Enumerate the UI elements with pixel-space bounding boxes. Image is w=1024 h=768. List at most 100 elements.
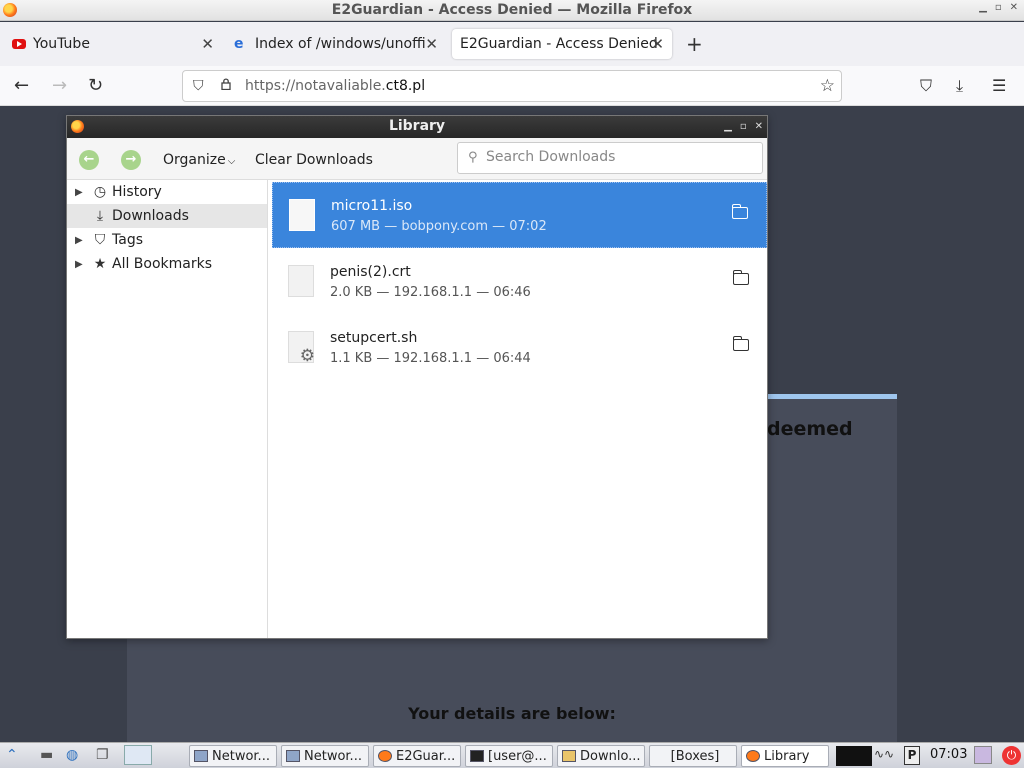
- expand-icon[interactable]: ▶: [75, 187, 89, 198]
- reload-icon[interactable]: ↻: [88, 75, 103, 96]
- search-downloads[interactable]: ⚲: [457, 142, 763, 174]
- task-boxes[interactable]: [Boxes]: [649, 745, 737, 767]
- sidebar-item-all-bookmarks[interactable]: ▶ ★ All Bookmarks: [67, 252, 267, 276]
- library-titlebar: Library ▁ ▫ ✕: [67, 116, 767, 138]
- youtube-icon: [12, 39, 26, 49]
- show-desktop-icon[interactable]: ▬: [40, 747, 53, 763]
- new-tab-icon[interactable]: +: [686, 32, 703, 56]
- back-button[interactable]: ←: [79, 150, 99, 170]
- sidebar-item-downloads[interactable]: ⤓ Downloads: [67, 204, 267, 228]
- sidebar-item-label: History: [112, 184, 162, 200]
- chevron-down-icon: ⌵: [227, 156, 236, 167]
- close-tab-icon[interactable]: ✕: [651, 35, 664, 53]
- task-downloads[interactable]: Downlo...: [557, 745, 645, 767]
- taskbar: ⌃ ▬ ◍ ❐ Networ... Networ... E2Guar... [u…: [0, 742, 1024, 768]
- download-name: setupcert.sh: [330, 330, 418, 346]
- minimize-icon[interactable]: ▁: [724, 116, 732, 137]
- deemed-heading: deemed: [767, 418, 853, 440]
- clock[interactable]: 07:03: [930, 747, 967, 762]
- window-titlebar: E2Guardian - Access Denied — Mozilla Fir…: [0, 0, 1024, 21]
- task-library[interactable]: Library: [741, 745, 829, 767]
- menu-icon[interactable]: ☰: [992, 76, 1006, 95]
- tab-index[interactable]: e Index of /windows/unoffic ✕: [226, 29, 446, 59]
- bookmark-star-icon[interactable]: ☆: [820, 76, 835, 96]
- browser-launcher-icon[interactable]: ◍: [66, 747, 78, 763]
- download-name: penis(2).crt: [330, 264, 411, 280]
- library-window-controls: ▁ ▫ ✕: [724, 116, 763, 137]
- library-window: Library ▁ ▫ ✕ ← → Organize ⌵ Clear Downlo…: [66, 115, 768, 639]
- workspace-icon[interactable]: [124, 745, 152, 765]
- task-network-2[interactable]: Networ...: [281, 745, 369, 767]
- tab-youtube[interactable]: YouTube ✕: [4, 29, 222, 59]
- tab-label: E2Guardian - Access Denied: [460, 36, 658, 52]
- tab-e2guardian[interactable]: E2Guardian - Access Denied ✕: [452, 29, 672, 59]
- tray-icon[interactable]: [974, 746, 992, 764]
- start-menu-icon[interactable]: ⌃: [6, 747, 18, 763]
- window-icon: [194, 750, 208, 762]
- task-e2guardian[interactable]: E2Guar...: [373, 745, 461, 767]
- task-terminal[interactable]: [user@...: [465, 745, 553, 767]
- clock-icon: ◷: [93, 184, 107, 200]
- details-heading: Your details are below:: [408, 704, 616, 723]
- url-text[interactable]: https://notavaliable.ct8.pl: [245, 78, 425, 94]
- tab-label: YouTube: [33, 36, 90, 52]
- sidebar-item-label: Downloads: [112, 208, 189, 224]
- minimize-icon[interactable]: ▁: [979, 2, 987, 13]
- pocket-icon[interactable]: ⛉: [920, 76, 932, 96]
- downloads-list: micro11.iso 607 MB — bobpony.com — 07:02…: [272, 180, 767, 638]
- task-label: E2Guar...: [396, 748, 456, 764]
- open-folder-icon[interactable]: [733, 270, 749, 285]
- url-domain: ct8.pl: [385, 78, 426, 94]
- url-prefix: https://notavaliable.: [245, 78, 386, 94]
- download-item[interactable]: penis(2).crt 2.0 KB — 192.168.1.1 — 06:4…: [272, 249, 767, 315]
- tab-label: Index of /windows/unoffic: [255, 36, 425, 52]
- task-network-1[interactable]: Networ...: [189, 745, 277, 767]
- download-item[interactable]: setupcert.sh 1.1 KB — 192.168.1.1 — 06:4…: [272, 315, 767, 381]
- sidebar-item-tags[interactable]: ▶ ⛉ Tags: [67, 228, 267, 252]
- firefox-icon: [71, 120, 84, 133]
- task-label: Library: [764, 748, 810, 764]
- close-icon[interactable]: ✕: [755, 116, 763, 137]
- file-manager-icon[interactable]: ❐: [96, 747, 109, 763]
- organize-menu[interactable]: Organize ⌵: [163, 152, 235, 168]
- volume-icon[interactable]: ∿∿: [874, 747, 894, 761]
- shield-icon[interactable]: ⛉: [193, 78, 204, 94]
- task-label: Networ...: [212, 748, 270, 764]
- task-label: Networ...: [304, 748, 362, 764]
- sidebar-item-label: All Bookmarks: [112, 256, 213, 272]
- downloads-icon[interactable]: ⤓: [956, 76, 963, 96]
- card-accent: [767, 394, 897, 399]
- close-tab-icon[interactable]: ✕: [425, 35, 438, 53]
- library-title: Library: [388, 118, 446, 134]
- navigation-bar: ← → ↻ ⛉ https://notavaliable.ct8.pl ☆ ⛉ …: [0, 66, 1024, 106]
- sidebar-item-history[interactable]: ▶ ◷ History: [67, 180, 267, 204]
- folder-icon: [562, 750, 576, 762]
- close-icon[interactable]: ✕: [1010, 2, 1018, 13]
- lock-icon[interactable]: [221, 78, 231, 90]
- window-icon: [286, 750, 300, 762]
- tag-icon: ⛉: [94, 232, 106, 248]
- expand-icon[interactable]: ▶: [75, 259, 89, 270]
- power-icon[interactable]: ⏻: [1002, 746, 1021, 765]
- search-input[interactable]: [486, 149, 756, 165]
- task-label: [user@...: [488, 748, 547, 764]
- back-icon[interactable]: ←: [14, 75, 29, 96]
- file-icon: [288, 265, 314, 297]
- organize-label: Organize: [163, 152, 226, 168]
- pager-icon[interactable]: P: [904, 746, 920, 765]
- address-bar[interactable]: ⛉ https://notavaliable.ct8.pl ☆: [182, 70, 842, 102]
- cpu-monitor: [836, 746, 872, 766]
- open-folder-icon[interactable]: [733, 336, 749, 351]
- forward-icon[interactable]: →: [52, 75, 67, 96]
- window-title: E2Guardian - Access Denied — Mozilla Fir…: [331, 2, 693, 18]
- open-folder-icon[interactable]: [732, 204, 748, 219]
- close-tab-icon[interactable]: ✕: [201, 35, 214, 53]
- expand-icon[interactable]: ▶: [75, 235, 89, 246]
- maximize-icon[interactable]: ▫: [995, 2, 1002, 13]
- clear-downloads-button[interactable]: Clear Downloads: [255, 152, 373, 168]
- forward-button[interactable]: →: [121, 150, 141, 170]
- download-meta: 1.1 KB — 192.168.1.1 — 06:44: [330, 351, 531, 366]
- maximize-icon[interactable]: ▫: [740, 116, 747, 137]
- download-item[interactable]: micro11.iso 607 MB — bobpony.com — 07:02: [272, 182, 767, 248]
- download-meta: 2.0 KB — 192.168.1.1 — 06:46: [330, 285, 531, 300]
